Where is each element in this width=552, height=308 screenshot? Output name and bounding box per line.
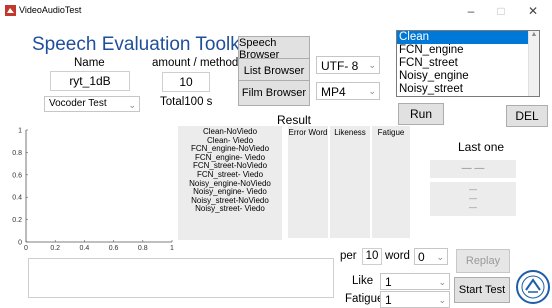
start-test-label: Start Test bbox=[458, 284, 506, 296]
institution-logo-icon bbox=[516, 270, 550, 304]
error-word-column: Error Word bbox=[288, 126, 328, 238]
amount-method-label: amount / method bbox=[152, 57, 239, 69]
error-word-header: Error Word bbox=[288, 128, 328, 137]
fatigue-column: Fatigue bbox=[372, 126, 410, 238]
like-select-value: 1 bbox=[385, 275, 392, 289]
replay-button[interactable]: Replay bbox=[456, 249, 510, 273]
scroll-up-icon[interactable]: ▲ bbox=[529, 31, 539, 38]
vocoder-select-value: Vocoder Test bbox=[49, 98, 107, 109]
condition-listbox[interactable]: Clean FCN_engine FCN_street Noisy_engine Noi… bbox=[396, 30, 540, 97]
per-label: per bbox=[340, 250, 357, 262]
chevron-down-icon: ⌄ bbox=[436, 252, 444, 262]
word-label: word bbox=[385, 250, 410, 262]
chart-y-tick-label: 0.4 bbox=[12, 195, 22, 202]
chart-y-tick-label: 0.6 bbox=[12, 172, 22, 179]
chevron-down-icon: ⌄ bbox=[368, 86, 376, 96]
like-label: Like bbox=[352, 275, 374, 287]
last-one-label: Last one bbox=[458, 140, 505, 154]
condition-list-item[interactable]: Noisy_street bbox=[397, 83, 539, 96]
close-button[interactable]: ✕ bbox=[518, 0, 548, 22]
minimize-button[interactable]: – bbox=[456, 0, 486, 22]
chart: 0 0.2 0.4 0.6 0.8 1 0 0.2 0.4 0.6 0.8 1 bbox=[12, 128, 174, 251]
condition-list-item[interactable]: FCN_engine bbox=[397, 44, 539, 57]
chart-x-tick-label: 0 bbox=[24, 245, 28, 250]
fatigue-label: Fatigue bbox=[345, 293, 384, 305]
chevron-down-icon: ⌄ bbox=[438, 277, 446, 287]
last-one-value-box: — — bbox=[430, 160, 516, 178]
encoding-select-value: UTF- 8 bbox=[321, 59, 359, 73]
fatigue-select-value: 1 bbox=[385, 293, 392, 307]
name-input[interactable]: ryt_1dB bbox=[50, 71, 130, 91]
maximize-button[interactable]: □ bbox=[486, 0, 516, 22]
chart-x-tick-label: 1 bbox=[170, 245, 174, 250]
window-title: VideoAudioTest bbox=[19, 5, 82, 15]
condition-list-item[interactable]: FCN_street bbox=[397, 57, 539, 70]
fatigue-header: Fatigue bbox=[377, 128, 405, 137]
per-input[interactable]: 10 bbox=[362, 248, 382, 265]
chart-y-tick-label: 0.2 bbox=[12, 217, 22, 224]
replay-label: Replay bbox=[465, 255, 501, 267]
list-browser-label: List Browser bbox=[243, 65, 305, 77]
condition-list-item[interactable]: Clean bbox=[397, 31, 539, 44]
chart-x-tick-label: 0.2 bbox=[50, 245, 60, 250]
chart-x-tick-label: 0.8 bbox=[138, 245, 148, 250]
chart-y-tick-label: 0.8 bbox=[12, 150, 22, 157]
last-one-detail-line: — bbox=[469, 203, 477, 212]
format-select-value: MP4 bbox=[321, 85, 346, 99]
encoding-select[interactable]: UTF- 8 ⌄ bbox=[316, 56, 380, 74]
run-label: Run bbox=[409, 107, 432, 121]
amount-input[interactable]: 10 bbox=[162, 72, 210, 92]
likeness-header: Likeness bbox=[334, 128, 366, 137]
chart-x-tick-label: 0.4 bbox=[80, 245, 90, 250]
name-label: Name bbox=[74, 57, 105, 69]
app-title: Speech Evaluation Toolkit bbox=[32, 34, 250, 55]
result-heading: Result bbox=[277, 113, 312, 127]
word-select[interactable]: 0 ⌄ bbox=[414, 248, 448, 265]
like-select[interactable]: 1 ⌄ bbox=[380, 273, 450, 290]
chevron-down-icon: ⌄ bbox=[128, 100, 136, 110]
result-conditions-panel: Clean-NoViedo Clean- Viedo FCN_engine-NoVi… bbox=[178, 126, 282, 240]
chart-y-tick-label: 1 bbox=[18, 128, 22, 135]
title-bar: VideoAudioTest – □ ✕ bbox=[0, 0, 552, 22]
film-browser-label: Film Browser bbox=[241, 87, 307, 99]
del-button[interactable]: DEL bbox=[506, 105, 548, 127]
chart-x-tick-label: 0.6 bbox=[109, 245, 119, 250]
total-label: Total100 s bbox=[160, 96, 213, 108]
last-one-detail-box: — — — bbox=[430, 182, 516, 216]
word-select-value: 0 bbox=[418, 250, 425, 264]
likeness-column: Likeness bbox=[330, 126, 370, 238]
message-textarea[interactable] bbox=[28, 258, 334, 298]
film-browser-button[interactable]: Film Browser bbox=[238, 80, 310, 106]
result-condition-item: Noisy_street- Viedo bbox=[195, 204, 265, 214]
app-icon bbox=[5, 5, 16, 16]
chart-y-tick-label: 0 bbox=[18, 240, 22, 247]
vocoder-select[interactable]: Vocoder Test ⌄ bbox=[44, 96, 140, 112]
condition-list-item[interactable]: Noisy_engine bbox=[397, 70, 539, 83]
chevron-down-icon: ⌄ bbox=[438, 295, 446, 305]
listbox-scrollbar[interactable]: ▲ bbox=[528, 31, 539, 96]
chevron-down-icon: ⌄ bbox=[368, 60, 376, 70]
format-select[interactable]: MP4 ⌄ bbox=[316, 82, 380, 100]
del-label: DEL bbox=[515, 109, 539, 123]
last-one-detail-line: — bbox=[469, 194, 477, 203]
start-test-button[interactable]: Start Test bbox=[454, 277, 510, 303]
fatigue-select[interactable]: 1 ⌄ bbox=[380, 291, 450, 308]
run-button[interactable]: Run bbox=[398, 103, 444, 125]
last-one-detail-line: — bbox=[469, 185, 477, 194]
